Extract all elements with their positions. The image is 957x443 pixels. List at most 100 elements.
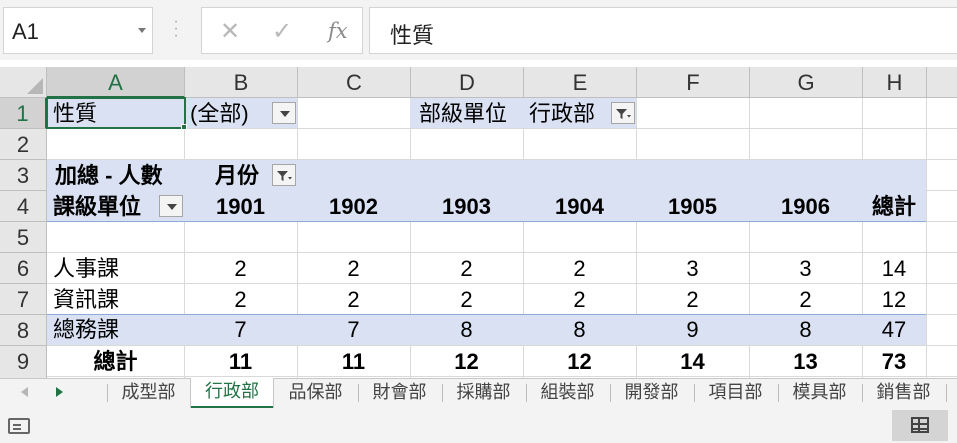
month-header[interactable]: 1904 [523, 191, 636, 222]
column-header-g[interactable]: G [750, 67, 863, 98]
month-header[interactable]: 1905 [636, 191, 749, 222]
row-header-7[interactable]: 7 [0, 284, 47, 315]
column-field-label[interactable]: 月份 [215, 160, 259, 191]
name-box[interactable]: A1 [3, 7, 153, 54]
row-label[interactable]: 人事課 [53, 253, 119, 284]
grand-total-cell[interactable]: 11 [184, 346, 297, 377]
grand-total-label[interactable]: 總計 [47, 346, 184, 377]
value-cell[interactable]: 9 [636, 315, 749, 346]
column-header-d[interactable]: D [411, 67, 524, 98]
cell-d1[interactable]: 部級單位 [419, 98, 507, 129]
value-cell[interactable]: 2 [749, 284, 862, 315]
select-all-corner[interactable] [0, 67, 47, 98]
month-header[interactable]: 1901 [184, 191, 297, 222]
column-header-c[interactable]: C [298, 67, 411, 98]
value-cell[interactable]: 3 [636, 253, 749, 284]
value-cell[interactable]: 2 [410, 284, 523, 315]
value-cell[interactable]: 7 [184, 315, 297, 346]
grand-total-cell[interactable]: 11 [297, 346, 410, 377]
column-header-overflow [927, 67, 957, 98]
grand-total-cell[interactable]: 13 [749, 346, 862, 377]
name-box-value: A1 [12, 19, 39, 44]
sheet-tab[interactable]: 組裝部 [527, 379, 608, 407]
value-cell[interactable]: 2 [410, 253, 523, 284]
normal-view-button[interactable] [892, 410, 948, 441]
row-header-5[interactable]: 5 [0, 222, 47, 253]
row-total-cell[interactable]: 14 [862, 253, 926, 284]
cell-area[interactable]: 性質 (全部) 部級單位 行政部 加總 - 人數 月份 課級單位 1901 19… [46, 97, 957, 378]
value-cell[interactable]: 7 [297, 315, 410, 346]
value-cell[interactable]: 8 [410, 315, 523, 346]
insert-function-icon[interactable]: fx [328, 19, 348, 43]
macro-recording-icon[interactable] [8, 418, 30, 434]
column-header-h[interactable]: H [863, 67, 927, 98]
row-header-2[interactable]: 2 [0, 129, 47, 160]
value-cell[interactable]: 2 [184, 253, 297, 284]
value-cell[interactable]: 2 [184, 284, 297, 315]
grid-view-icon [911, 417, 929, 433]
value-cell[interactable]: 8 [523, 315, 636, 346]
scroll-tabs-left-icon[interactable] [21, 387, 28, 397]
grand-total-cell[interactable]: 12 [410, 346, 523, 377]
grand-total-cell[interactable]: 12 [523, 346, 636, 377]
column-header-e[interactable]: E [524, 67, 637, 98]
column-header-b[interactable]: B [185, 67, 298, 98]
row-header-3[interactable]: 3 [0, 160, 47, 191]
row-label[interactable]: 資訊課 [53, 284, 119, 315]
row-label[interactable]: 總務課 [53, 315, 119, 346]
scroll-tabs-right-icon[interactable] [56, 387, 63, 397]
formula-input[interactable]: 性質 [369, 7, 957, 54]
grand-total-cell[interactable]: 14 [636, 346, 749, 377]
spreadsheet-grid: A B C D E F G H 1 2 3 4 5 6 7 8 9 性質 (全部… [0, 67, 957, 378]
formula-buttons: ✕ ✓ fx [201, 7, 363, 54]
sheet-tab[interactable]: 採購部 [443, 379, 524, 407]
row-total-cell[interactable]: 47 [862, 315, 926, 346]
row-total-cell[interactable]: 12 [862, 284, 926, 315]
name-box-dropdown-icon[interactable] [138, 28, 146, 33]
pivot-value-label[interactable]: 加總 - 人數 [55, 160, 163, 191]
sheet-tab[interactable]: 財會部 [359, 379, 440, 407]
row-header-9[interactable]: 9 [0, 346, 47, 378]
cell-e1[interactable]: 行政部 [529, 98, 595, 129]
value-cell[interactable]: 2 [636, 284, 749, 315]
enter-icon[interactable]: ✓ [272, 17, 292, 46]
sheet-tab-active[interactable]: 行政部 [191, 378, 273, 408]
formula-value: 性質 [390, 23, 435, 48]
month-header[interactable]: 1903 [410, 191, 523, 222]
dropdown-arrow-icon [167, 204, 177, 210]
month-header[interactable]: 1906 [749, 191, 862, 222]
formula-bar-resize-handle[interactable]: · · · [172, 14, 180, 44]
column-header-a[interactable]: A [47, 67, 185, 98]
sheet-tab[interactable]: 模具部 [779, 379, 860, 407]
total-header[interactable]: 總計 [862, 191, 926, 222]
sheet-tab[interactable]: 項目部 [695, 379, 776, 407]
filter-icon [616, 109, 631, 119]
sheet-tab[interactable]: 品保部 [275, 379, 356, 407]
row-header-4[interactable]: 4 [0, 191, 47, 222]
sheet-tab[interactable]: 開發部 [611, 379, 692, 407]
fill-handle[interactable] [181, 124, 187, 130]
month-header[interactable]: 1902 [297, 191, 410, 222]
filter-icon [277, 171, 292, 181]
active-cell-selection [46, 97, 186, 129]
row-field-label[interactable]: 課級單位 [53, 191, 141, 222]
row-field-dropdown-button[interactable] [159, 195, 183, 217]
value-cell[interactable]: 3 [749, 253, 862, 284]
value-cell[interactable]: 2 [297, 253, 410, 284]
grand-total-overall[interactable]: 73 [862, 346, 926, 377]
value-cell[interactable]: 2 [297, 284, 410, 315]
row-header-1[interactable]: 1 [0, 98, 47, 129]
column-header-f[interactable]: F [637, 67, 750, 98]
department-filter-button[interactable] [611, 102, 635, 124]
cell-b1[interactable]: (全部) [190, 98, 249, 129]
row-header-6[interactable]: 6 [0, 253, 47, 284]
value-cell[interactable]: 2 [523, 253, 636, 284]
column-field-filter-button[interactable] [272, 164, 296, 186]
sheet-tab[interactable]: 成型部 [108, 379, 189, 407]
row-header-8[interactable]: 8 [0, 315, 47, 346]
value-cell[interactable]: 2 [523, 284, 636, 315]
value-cell[interactable]: 8 [749, 315, 862, 346]
cancel-icon[interactable]: ✕ [220, 17, 240, 46]
sheet-tab[interactable]: 銷售部 [863, 379, 944, 407]
page-filter-dropdown-button[interactable] [272, 102, 296, 124]
